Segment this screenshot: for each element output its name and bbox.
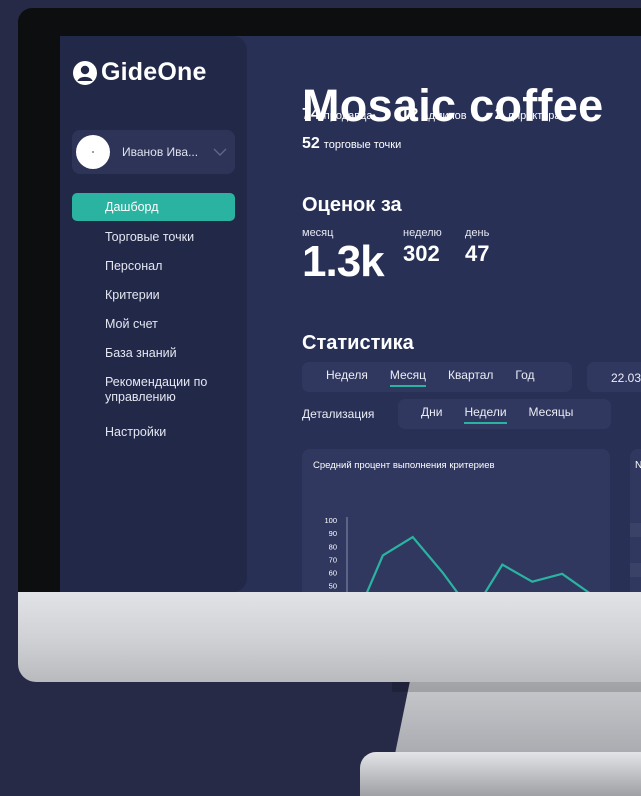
monitor-chin: [18, 592, 641, 682]
sidebar-item-settings[interactable]: Настройки: [72, 419, 235, 442]
company-stats-row-2: 52 торговые точки: [302, 135, 429, 153]
card-bar: [630, 563, 641, 577]
criteria-chart-card: Средний процент выполнения критериев 100…: [302, 449, 610, 592]
statistics-heading: Статистика: [302, 332, 414, 354]
day-label: день: [465, 227, 490, 239]
user-menu[interactable]: Иванов Ива...: [72, 130, 235, 174]
sidebar-item-staff[interactable]: Персонал: [72, 253, 235, 276]
month-value: 1.3k: [302, 237, 385, 286]
tab-month[interactable]: Месяц: [389, 368, 427, 387]
sidebar-item-account[interactable]: Мой счет: [72, 311, 235, 334]
company-stats-row: 74 продавца 12 админов 2 директора: [302, 106, 589, 124]
y-tick-label: 100: [324, 516, 337, 525]
monitor-stand: [395, 682, 641, 754]
week-label: неделю: [403, 227, 442, 239]
app-screen: GideOne Иванов Ива... Дашборд Торговые т…: [60, 36, 641, 592]
detail-label: Детализация: [302, 407, 375, 421]
tab-year[interactable]: Год: [515, 368, 534, 387]
y-tick-label: 70: [329, 555, 337, 564]
sidebar-nav: Дашборд Торговые точки Персонал Критерии…: [72, 193, 235, 442]
y-tick-label: 90: [329, 529, 337, 538]
period-tabs: Неделя Месяц Квартал Год: [302, 362, 572, 392]
sidebar-item-recommendations[interactable]: Рекомендации по управлению: [72, 369, 235, 413]
line-chart: 1009080706050403020: [324, 516, 590, 592]
card-label: N: [635, 460, 641, 471]
admins-count: 12: [400, 106, 419, 123]
sellers-count: 74: [302, 106, 320, 123]
date-picker[interactable]: 22.03: [587, 362, 641, 392]
sidebar-item-outlets[interactable]: Торговые точки: [72, 224, 235, 247]
stand-shadow: [392, 682, 641, 692]
outlets-count: 52: [302, 135, 320, 152]
directors-label: директора: [507, 110, 561, 122]
card-bar: [630, 523, 641, 537]
logo-icon: [73, 60, 97, 85]
sidebar-item-criteria[interactable]: Критерии: [72, 282, 235, 305]
tab-days[interactable]: Дни: [421, 405, 442, 424]
avatar: [76, 135, 110, 169]
sellers-label: продавца: [323, 110, 373, 122]
detail-tabs: Дни Недели Месяцы: [398, 399, 611, 429]
outlets-label: торговые точки: [323, 139, 402, 151]
ratings-heading: Оценок за: [302, 194, 402, 216]
tab-week[interactable]: Неделя: [326, 368, 368, 387]
week-value: 302: [403, 241, 440, 266]
chevron-down-icon: [213, 148, 227, 156]
day-value: 47: [465, 241, 490, 266]
second-chart-card: N: [630, 449, 641, 592]
directors-count: 2: [494, 106, 504, 123]
sidebar-item-dashboard[interactable]: Дашборд: [72, 193, 235, 221]
main-content: Mosaic coffee 74 продавца 12 админов 2 директ…: [302, 36, 641, 592]
sidebar-item-knowledge-base[interactable]: База знаний: [72, 340, 235, 363]
brand-name: GideOne: [101, 58, 207, 86]
admins-label: админов: [422, 110, 467, 122]
tab-quarter[interactable]: Квартал: [448, 368, 493, 387]
series-line: [365, 535, 590, 592]
y-tick-label: 60: [329, 569, 337, 578]
tab-weeks[interactable]: Недели: [464, 405, 507, 424]
sidebar: GideOne Иванов Ива... Дашборд Торговые т…: [60, 36, 247, 592]
user-name: Иванов Ива...: [122, 145, 199, 159]
tab-months[interactable]: Месяцы: [529, 405, 574, 424]
monitor-stand-base: [360, 752, 641, 796]
y-tick-label: 50: [329, 582, 337, 591]
y-tick-label: 80: [329, 542, 337, 551]
brand-logo[interactable]: GideOne: [72, 58, 207, 87]
